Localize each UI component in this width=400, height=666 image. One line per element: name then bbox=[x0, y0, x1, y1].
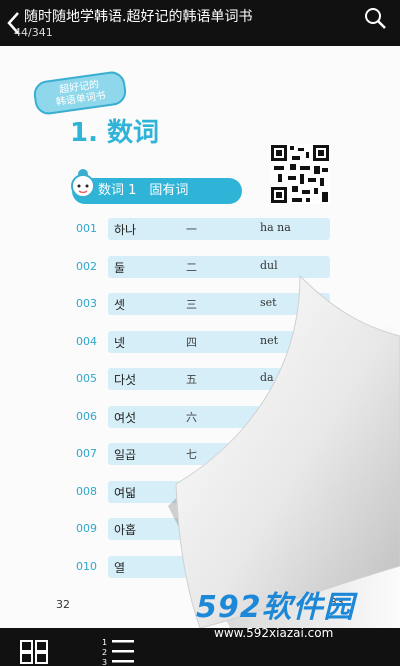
page-curl[interactable] bbox=[0, 46, 400, 628]
search-icon[interactable] bbox=[364, 7, 386, 29]
grid-view-icon[interactable] bbox=[20, 640, 48, 664]
watermark: 592软件园 www.592xiazai.com bbox=[196, 582, 396, 662]
svg-text:2: 2 bbox=[102, 648, 107, 657]
list-view-icon[interactable]: 1 2 3 bbox=[102, 636, 136, 666]
book-page[interactable]: 超好记的 韩语单词书 1. 数词 数词 1 固有词 001 하나 一 ha na 002… bbox=[0, 46, 400, 628]
page-counter: 44/341 bbox=[14, 26, 53, 39]
svg-text:1: 1 bbox=[102, 638, 107, 647]
watermark-url: www.592xiazai.com bbox=[214, 626, 334, 640]
top-bar: 随时随地学韩语.超好记的韩语单词书 44/341 bbox=[0, 0, 400, 46]
watermark-logo: 592软件园 bbox=[196, 590, 355, 625]
svg-text:3: 3 bbox=[102, 658, 107, 666]
book-title: 随时随地学韩语.超好记的韩语单词书 bbox=[24, 9, 253, 25]
